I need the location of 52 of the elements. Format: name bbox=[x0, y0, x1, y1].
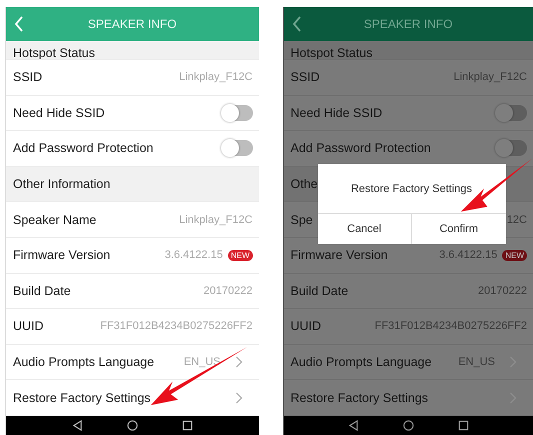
toggle-switch[interactable] bbox=[222, 140, 252, 156]
toggle-switch[interactable] bbox=[222, 104, 252, 121]
row-value: FF31F012B4234B0275226FF2 bbox=[100, 320, 252, 332]
row-label: Audio Prompts Language bbox=[13, 355, 154, 370]
toggle-switch[interactable] bbox=[497, 104, 527, 121]
row-label: Need Hide SSID bbox=[13, 106, 105, 120]
settings-row[interactable]: Need Hide SSID bbox=[6, 96, 258, 132]
row-label: Speaker Name bbox=[13, 212, 96, 227]
row-value: Linkplay_F12C bbox=[179, 214, 252, 226]
row-value: 20170222 bbox=[478, 284, 527, 297]
back-icon[interactable] bbox=[72, 420, 83, 431]
row-label: Spe bbox=[290, 212, 313, 227]
home-icon[interactable] bbox=[126, 420, 138, 431]
row-value: EN_US bbox=[458, 356, 495, 368]
row-label: UUID bbox=[290, 319, 322, 334]
new-badge: NEW bbox=[228, 250, 252, 261]
chevron-icon bbox=[234, 392, 242, 404]
row-label: Firmware Version bbox=[290, 248, 388, 262]
row-label: Build Date bbox=[290, 284, 348, 298]
toggle-switch[interactable] bbox=[497, 140, 527, 156]
section-title: Other Information bbox=[13, 177, 110, 192]
new-badge: NEW bbox=[502, 250, 527, 261]
row-label: Restore Factory Settings bbox=[290, 390, 428, 405]
row-value: 3.6.4122.15 bbox=[439, 249, 498, 262]
home-icon[interactable] bbox=[402, 420, 414, 431]
row-value: 12C bbox=[506, 214, 527, 226]
row-value: Linkplay_F12C bbox=[454, 71, 527, 84]
row-value: Linkplay_F12C bbox=[179, 71, 252, 84]
settings-row[interactable]: Need Hide SSID bbox=[284, 96, 533, 132]
row-label: SSID bbox=[290, 70, 320, 84]
back-icon[interactable] bbox=[348, 420, 359, 431]
row-value: 20170222 bbox=[204, 284, 252, 297]
screen-title: SPEAKER INFO bbox=[362, 17, 454, 31]
section-title: Othe bbox=[290, 177, 318, 192]
row-value: FF31F012B4234B0275226FF2 bbox=[374, 320, 527, 332]
row-label: Firmware Version bbox=[13, 248, 110, 262]
screen-title: SPEAKER INFO bbox=[86, 17, 178, 31]
row-label: Restore Factory Settings bbox=[13, 390, 151, 405]
chevron-icon bbox=[234, 356, 242, 368]
row-label: Need Hide SSID bbox=[290, 106, 382, 120]
row-value: 3.6.4122.15 bbox=[164, 249, 223, 262]
settings-row[interactable]: Audio Prompts Language EN_US bbox=[284, 344, 533, 380]
recent-apps-icon[interactable] bbox=[182, 420, 193, 431]
row-label: Add Password Protection bbox=[13, 141, 154, 156]
row-value: EN_US bbox=[184, 356, 220, 368]
row-label: Add Password Protection bbox=[290, 141, 431, 156]
recent-apps-icon[interactable] bbox=[458, 420, 469, 431]
row-label: Audio Prompts Language bbox=[290, 355, 432, 370]
row-label: SSID bbox=[13, 70, 42, 84]
dialog-title: Restore Factory Settings bbox=[350, 182, 472, 196]
row-label: UUID bbox=[13, 319, 44, 334]
row-label: Build Date bbox=[13, 284, 71, 298]
